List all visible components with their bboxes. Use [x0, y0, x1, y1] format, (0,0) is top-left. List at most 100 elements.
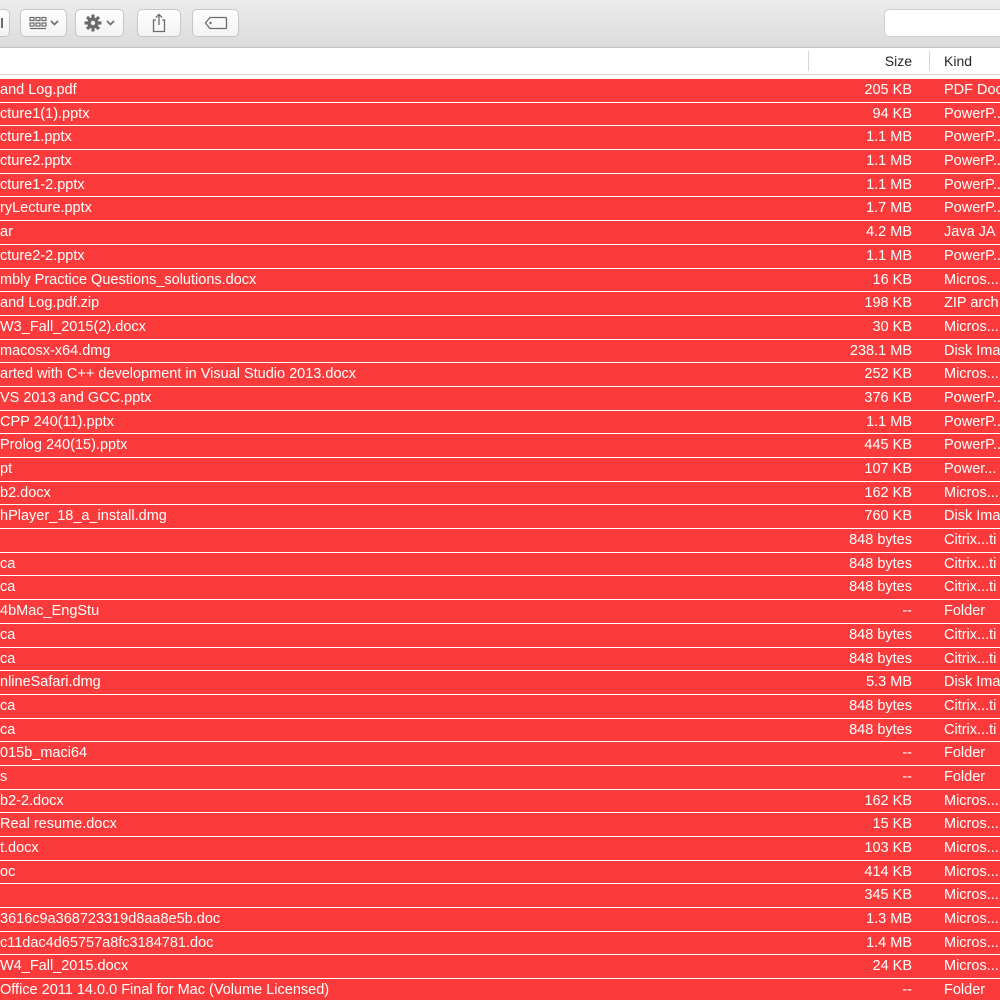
file-kind: Citrix...ti [944, 721, 997, 738]
file-size: 1.1 MB [866, 413, 912, 430]
file-size: 24 KB [872, 958, 913, 975]
file-row[interactable]: hPlayer_18_a_install.dmg 760 KB Disk Ima [0, 505, 1000, 530]
file-name: 4bMac_EngStu [0, 603, 100, 620]
file-kind: PowerP... [944, 200, 1000, 217]
file-size: 205 KB [864, 82, 912, 98]
file-row[interactable]: 015b_maci64 -- Folder [0, 742, 1000, 766]
file-name: arted with C++ development in Visual Stu… [0, 366, 357, 383]
file-row[interactable]: CPP 240(11).pptx 1.1 MB PowerP... [0, 410, 1000, 435]
file-row[interactable]: arted with C++ development in Visual Stu… [0, 363, 1000, 387]
file-row[interactable]: ca 848 bytes Citrix...ti [0, 576, 1000, 601]
file-row[interactable]: s -- Folder [0, 765, 1000, 790]
file-row[interactable]: macosx-x64.dmg 238.1 MB Disk Ima [0, 339, 1000, 364]
file-size: 848 bytes [849, 697, 912, 714]
file-name: CPP 240(11).pptx [0, 413, 114, 430]
action-button[interactable] [75, 9, 124, 37]
file-row[interactable]: Office 2011 14.0.0 Final for Mac (Volume… [0, 979, 1000, 1000]
file-kind: Micros... [944, 958, 999, 975]
file-row[interactable]: t.docx 103 KB Micros... [0, 837, 1000, 861]
file-row[interactable]: cture1(1).pptx 94 KB PowerP... [0, 102, 1000, 127]
column-divider[interactable] [929, 51, 930, 71]
file-name: and Log.pdf [0, 82, 77, 98]
file-row[interactable]: cture1-2.pptx 1.1 MB PowerP... [0, 173, 1000, 198]
file-name: ryLecture.pptx [0, 200, 92, 217]
file-size: -- [902, 768, 912, 785]
file-name: Prolog 240(15).pptx [0, 437, 128, 454]
file-row[interactable]: 848 bytes Citrix...ti [0, 529, 1000, 553]
share-button[interactable] [137, 9, 181, 37]
file-row[interactable]: b2.docx 162 KB Micros... [0, 481, 1000, 506]
file-kind: Micros... [944, 792, 999, 809]
file-row[interactable]: nlineSafari.dmg 5.3 MB Disk Ima [0, 671, 1000, 695]
file-kind: Power... [944, 461, 997, 477]
file-row[interactable]: oc 414 KB Micros... [0, 860, 1000, 885]
file-size: 1.1 MB [866, 153, 912, 170]
file-row[interactable]: 3616c9a368723319d8aa8e5b.doc 1.3 MB Micros… [0, 908, 1000, 932]
file-name: ca [0, 650, 16, 667]
file-row[interactable]: ca 848 bytes Citrix...ti [0, 552, 1000, 577]
file-row[interactable]: and Log.pdf 205 KB PDF Doc [0, 79, 1000, 103]
arrange-button[interactable] [20, 9, 67, 37]
file-kind: Micros... [944, 887, 999, 904]
file-kind: Micros... [944, 840, 999, 856]
file-row[interactable]: 345 KB Micros... [0, 884, 1000, 909]
file-size: 848 bytes [849, 555, 912, 572]
file-row[interactable]: W4_Fall_2015.docx 24 KB Micros... [0, 955, 1000, 980]
file-kind: ZIP arch [944, 295, 999, 312]
file-size: 162 KB [864, 792, 912, 809]
file-kind: Folder [944, 745, 986, 762]
file-name: Real resume.docx [0, 816, 117, 833]
file-row[interactable]: W3_Fall_2015(2).docx 30 KB Micros... [0, 315, 1000, 340]
file-kind: Disk Ima [944, 508, 1000, 525]
file-name: cture2-2.pptx [0, 247, 85, 264]
file-kind: PowerP... [944, 437, 1000, 454]
file-size: 30 KB [872, 318, 913, 335]
file-row[interactable]: c11dac4d65757a8fc3184781.doc 1.4 MB Micros… [0, 931, 1000, 956]
file-row[interactable]: ca 848 bytes Citrix...ti [0, 694, 1000, 719]
file-row[interactable]: VS 2013 and GCC.pptx 376 KB PowerP... [0, 386, 1000, 411]
file-kind: Disk Ima [944, 342, 1000, 359]
file-row[interactable]: Real resume.docx 15 KB Micros... [0, 813, 1000, 837]
file-size: 15 KB [872, 816, 913, 833]
search-field[interactable] [884, 9, 1000, 37]
file-row[interactable]: Prolog 240(15).pptx 445 KB PowerP... [0, 434, 1000, 458]
tags-button[interactable] [192, 9, 239, 37]
column-divider[interactable] [808, 51, 809, 71]
file-size: -- [902, 603, 912, 620]
file-row[interactable]: cture1.pptx 1.1 MB PowerP... [0, 126, 1000, 151]
kind-column-header[interactable]: Kind [944, 53, 972, 69]
view-mode-button[interactable] [0, 9, 10, 37]
file-row[interactable]: ca 848 bytes Citrix...ti [0, 718, 1000, 743]
file-size: 1.1 MB [866, 176, 912, 193]
file-size: 1.1 MB [866, 129, 912, 146]
file-row[interactable]: ca 848 bytes Citrix...ti [0, 647, 1000, 672]
file-row[interactable]: cture2.pptx 1.1 MB PowerP... [0, 150, 1000, 174]
column-header-bar: Size Kind [0, 48, 1000, 75]
file-row[interactable]: b2-2.docx 162 KB Micros... [0, 789, 1000, 814]
file-name: Office 2011 14.0.0 Final for Mac (Volume… [0, 982, 330, 999]
file-size: 198 KB [864, 295, 912, 312]
file-size: 760 KB [864, 508, 912, 525]
file-row[interactable]: 4bMac_EngStu -- Folder [0, 600, 1000, 624]
file-name: pt [0, 461, 13, 477]
tag-icon [204, 16, 228, 30]
file-kind: Citrix...ti [944, 650, 997, 667]
file-kind: Java JA [944, 224, 996, 241]
file-size: 848 bytes [849, 579, 912, 596]
file-row[interactable]: and Log.pdf.zip 198 KB ZIP arch [0, 292, 1000, 316]
name-column-header[interactable] [0, 48, 808, 75]
file-size: 848 bytes [849, 626, 912, 643]
file-row[interactable]: mbly Practice Questions_solutions.docx 16… [0, 268, 1000, 293]
size-column-header[interactable]: Size [885, 53, 912, 69]
file-row[interactable]: cture2-2.pptx 1.1 MB PowerP... [0, 244, 1000, 269]
file-row[interactable]: ca 848 bytes Citrix...ti [0, 623, 1000, 648]
file-size: 345 KB [864, 887, 912, 904]
file-row[interactable]: ar 4.2 MB Java JA [0, 221, 1000, 245]
file-kind: Micros... [944, 271, 999, 288]
file-row[interactable]: pt 107 KB Power... [0, 458, 1000, 482]
file-size: 1.4 MB [866, 934, 912, 951]
file-row[interactable]: ryLecture.pptx 1.7 MB PowerP... [0, 197, 1000, 222]
file-kind: PowerP... [944, 176, 1000, 193]
toolbar [0, 0, 1000, 48]
file-kind: Micros... [944, 911, 999, 928]
